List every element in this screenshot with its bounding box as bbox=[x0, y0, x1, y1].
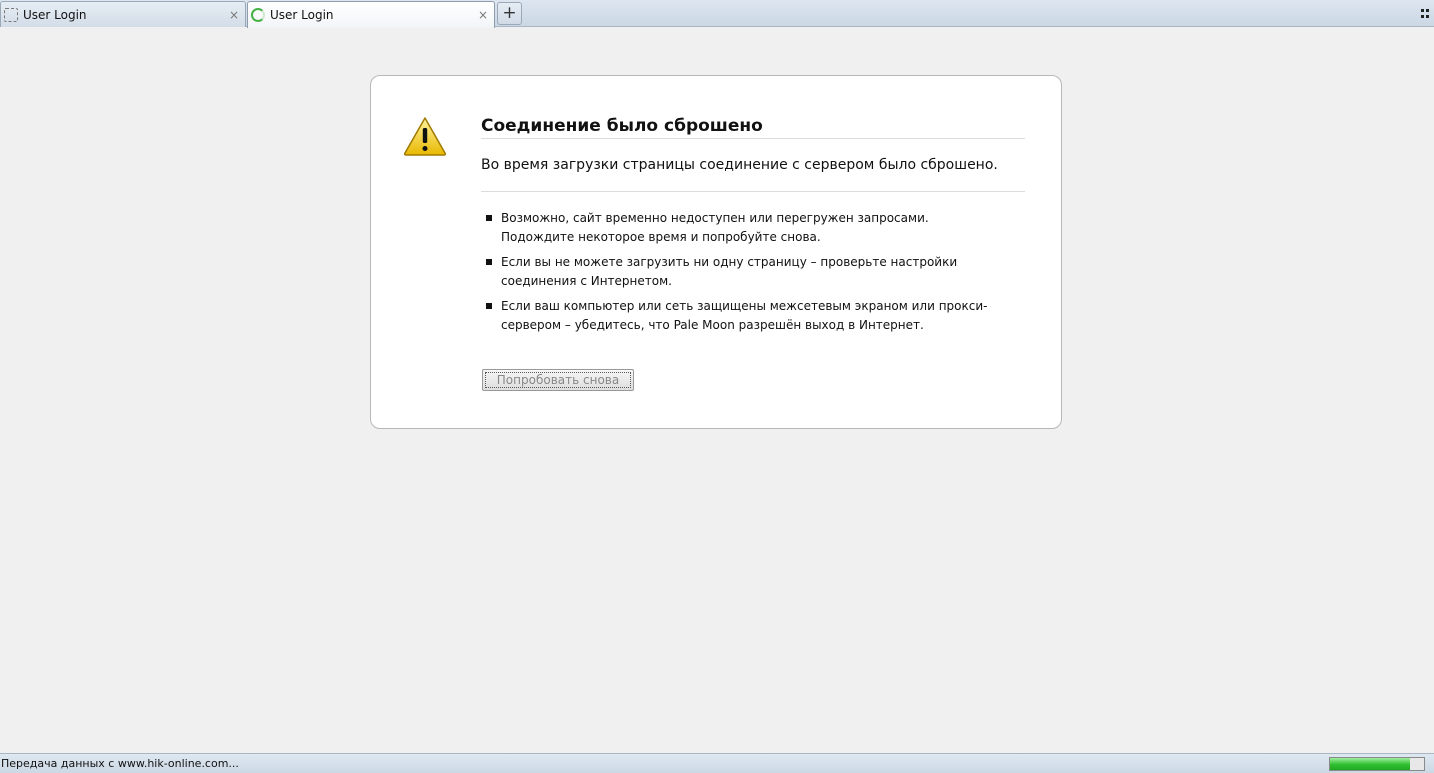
status-bar: Передача данных с www.hik-online.com... bbox=[0, 753, 1434, 773]
error-description: Во время загрузки страницы соединение с … bbox=[481, 157, 1025, 192]
tip-text: Возможно, сайт временно недоступен или п… bbox=[501, 211, 929, 244]
tab-bar: User Login × User Login × + bbox=[0, 0, 1434, 28]
blank-page-icon bbox=[4, 7, 18, 22]
error-page-container: Соединение было сброшено Во время загруз… bbox=[370, 75, 1062, 429]
tip-text: Если вы не можете загрузить ни одну стра… bbox=[501, 255, 958, 288]
tab-list-icon[interactable] bbox=[1421, 9, 1430, 18]
progress-fill bbox=[1330, 758, 1410, 770]
status-text: Передача данных с www.hik-online.com... bbox=[1, 757, 239, 770]
list-item: Если ваш компьютер или сеть защищены меж… bbox=[481, 297, 1001, 335]
tab-user-login-2[interactable]: User Login × bbox=[247, 1, 495, 28]
bullet-icon bbox=[486, 259, 492, 265]
retry-button[interactable]: Попробовать снова bbox=[482, 369, 634, 391]
tab-close-icon[interactable]: × bbox=[475, 8, 491, 22]
tab-label: User Login bbox=[23, 7, 87, 22]
tab-close-icon[interactable]: × bbox=[226, 8, 242, 22]
bullet-icon bbox=[486, 303, 492, 309]
new-tab-button[interactable]: + bbox=[497, 2, 522, 25]
loading-progress-bar bbox=[1329, 757, 1425, 771]
bullet-icon bbox=[486, 215, 492, 221]
list-item: Если вы не можете загрузить ни одну стра… bbox=[481, 253, 1001, 291]
error-tips-list: Возможно, сайт временно недоступен или п… bbox=[481, 209, 1001, 341]
warning-icon bbox=[403, 117, 447, 156]
error-title: Соединение было сброшено bbox=[481, 116, 1025, 139]
tab-label: User Login bbox=[270, 8, 334, 22]
loading-spinner-icon bbox=[251, 8, 265, 22]
tip-text: Если ваш компьютер или сеть защищены меж… bbox=[501, 299, 988, 332]
tab-user-login-1[interactable]: User Login × bbox=[0, 1, 246, 27]
list-item: Возможно, сайт временно недоступен или п… bbox=[481, 209, 1001, 247]
